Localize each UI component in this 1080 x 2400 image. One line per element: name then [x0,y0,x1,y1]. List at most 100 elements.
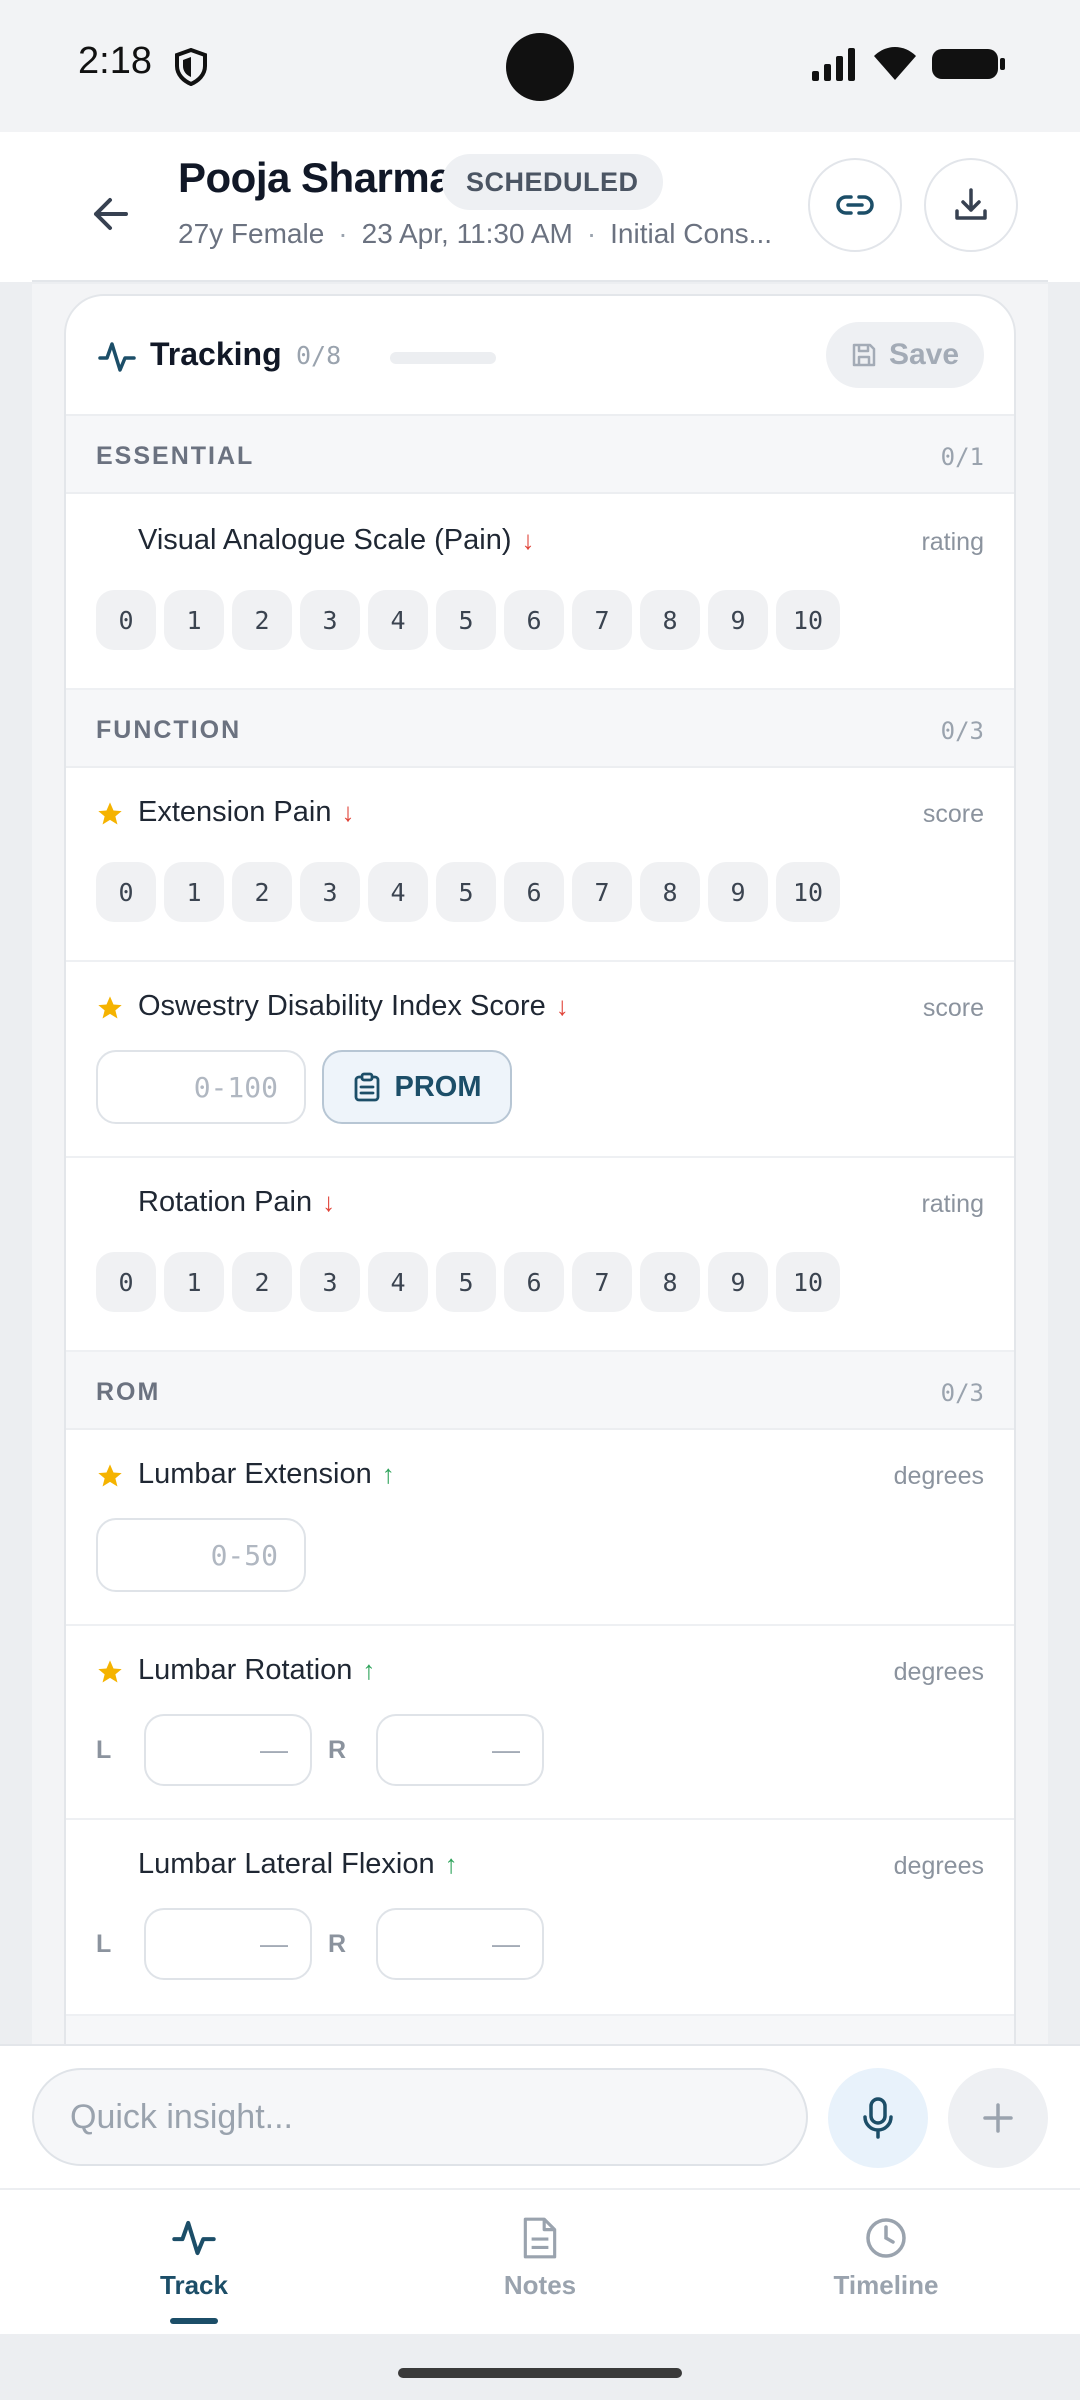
right-value-input[interactable]: — [376,1908,544,1980]
system-gesture-area [0,2334,1080,2400]
scale-option-4[interactable]: 4 [368,590,428,650]
section-count: 0/1 [940,443,984,471]
metric-name: Lumbar Rotation ↑ [138,1654,375,1687]
status-badge: SCHEDULED [442,154,663,210]
scale-option-7[interactable]: 7 [572,1252,632,1312]
scale-option-1[interactable]: 1 [164,590,224,650]
scale-option-7[interactable]: 7 [572,862,632,922]
arrow-up-icon: ↑ [362,1655,376,1685]
scale-option-6[interactable]: 6 [504,590,564,650]
metric-unit: degrees [893,1462,984,1490]
add-button[interactable] [948,2068,1048,2168]
scale-option-1[interactable]: 1 [164,862,224,922]
arrow-down-icon: ↓ [322,1187,336,1217]
scale-option-4[interactable]: 4 [368,1252,428,1312]
scale-option-5[interactable]: 5 [436,1252,496,1312]
scale-option-10[interactable]: 10 [776,1252,840,1312]
tracking-title: Tracking [150,336,282,372]
status-bar: 2:18 [0,0,1080,132]
tracking-scroll-area[interactable]: Tracking 0/8 Save ESSENTIAL 0/1 Visual A… [32,284,1048,2044]
arrow-down-icon: ↓ [341,797,355,827]
scale-option-6[interactable]: 6 [504,862,564,922]
scale-option-0[interactable]: 0 [96,862,156,922]
scale-option-0[interactable]: 0 [96,1252,156,1312]
quick-insight-input[interactable]: Quick insight... [32,2068,808,2166]
battery-icon [932,47,1006,86]
save-button[interactable]: Save [826,322,984,388]
meta-separator: · [338,218,348,249]
patient-age-gender: 27y Female [178,218,325,249]
section-title: FUNCTION [96,716,242,744]
back-button[interactable] [80,184,140,244]
arrow-up-icon: ↑ [381,1459,395,1489]
metric-extension-pain: Extension Pain ↓ score 0 1 2 3 4 5 6 7 8 9 10 [66,768,1014,962]
star-icon[interactable] [96,994,124,1027]
scale-option-2[interactable]: 2 [232,862,292,922]
scale-option-2[interactable]: 2 [232,590,292,650]
metric-oswestry-disability-index: Oswestry Disability Index Score ↓ score … [66,962,1014,1158]
metric-label: Lumbar Rotation [138,1654,353,1686]
scale-option-10[interactable]: 10 [776,862,840,922]
tab-label: Timeline [833,2270,939,2300]
star-icon[interactable] [96,800,124,833]
scale-option-6[interactable]: 6 [504,1252,564,1312]
right-value-input[interactable]: — [376,1714,544,1786]
tab-timeline[interactable]: Timeline [786,2216,986,2301]
star-icon[interactable] [96,1462,124,1495]
quick-insight-bar: Quick insight... [0,2044,1080,2188]
scale-option-2[interactable]: 2 [232,1252,292,1312]
tab-track[interactable]: Track [94,2216,294,2301]
left-value-input[interactable]: — [144,1908,312,1980]
tab-label: Track [160,2270,228,2300]
share-link-button[interactable] [808,158,902,252]
scale-option-3[interactable]: 3 [300,1252,360,1312]
active-tab-indicator [170,2318,218,2324]
section-rom: ROM 0/3 [66,1352,1014,1430]
scale-option-9[interactable]: 9 [708,1252,768,1312]
scale-option-3[interactable]: 3 [300,862,360,922]
scale-option-8[interactable]: 8 [640,590,700,650]
tracking-card: Tracking 0/8 Save ESSENTIAL 0/1 Visual A… [64,294,1016,2044]
scale-option-7[interactable]: 7 [572,590,632,650]
metric-unit: rating [921,528,984,556]
shield-icon [174,47,208,91]
save-label: Save [888,338,960,371]
lumbar-extension-input[interactable]: 0-50 [96,1518,306,1592]
star-icon[interactable] [96,1658,124,1691]
section-title: ESSENTIAL [96,442,255,470]
scale-option-3[interactable]: 3 [300,590,360,650]
download-button[interactable] [924,158,1018,252]
activity-icon [172,2220,216,2256]
meta-separator: · [586,218,597,249]
section-next [66,2016,1014,2044]
scale-option-9[interactable]: 9 [708,862,768,922]
scale-option-8[interactable]: 8 [640,862,700,922]
microphone-icon [863,2097,893,2139]
prom-label: PROM [394,1070,482,1103]
scale-option-5[interactable]: 5 [436,862,496,922]
odi-score-input[interactable]: 0-100 [96,1050,306,1124]
left-value-input[interactable]: — [144,1714,312,1786]
scale-option-0[interactable]: 0 [96,590,156,650]
left-label: L [96,1929,112,1958]
scale-option-1[interactable]: 1 [164,1252,224,1312]
score-scale: 0 1 2 3 4 5 6 7 8 9 10 [96,862,840,922]
voice-input-button[interactable] [828,2068,928,2168]
scale-option-5[interactable]: 5 [436,590,496,650]
plus-icon [983,2103,1013,2133]
tab-notes[interactable]: Notes [440,2216,640,2301]
status-time: 2:18 [78,40,152,82]
scale-option-10[interactable]: 10 [776,590,840,650]
metric-unit: degrees [893,1852,984,1880]
scale-option-9[interactable]: 9 [708,590,768,650]
metric-visual-analogue-scale: Visual Analogue Scale (Pain) ↓ rating 01… [66,494,1014,690]
metric-label: Lumbar Extension [138,1458,372,1490]
tracking-count: 0/8 [296,341,342,370]
home-indicator[interactable] [398,2368,682,2378]
metric-name: Rotation Pain ↓ [138,1186,335,1219]
prom-button[interactable]: PROM [322,1050,512,1124]
scale-option-8[interactable]: 8 [640,1252,700,1312]
scale-option-4[interactable]: 4 [368,862,428,922]
right-label: R [328,1735,347,1764]
metric-lumbar-lateral-flexion: Lumbar Lateral Flexion ↑ degrees L — R — [66,1820,1014,2016]
